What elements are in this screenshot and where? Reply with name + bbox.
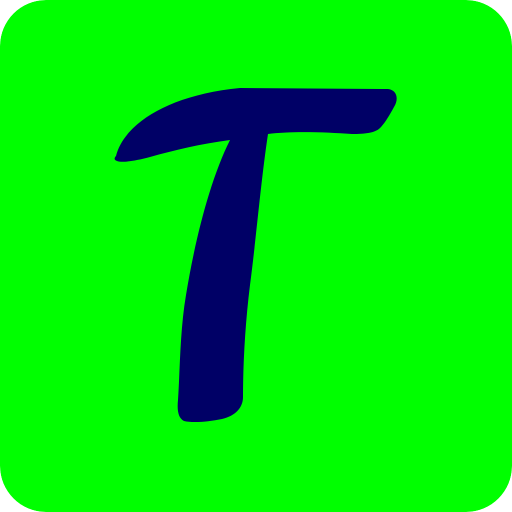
icon-background xyxy=(0,0,512,512)
t-letter-icon xyxy=(0,0,512,512)
app-icon xyxy=(0,0,512,512)
